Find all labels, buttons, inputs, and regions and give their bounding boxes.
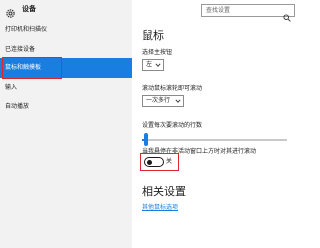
dropdown-value: 左 — [146, 61, 153, 68]
primary-button-dropdown[interactable]: 左 — [142, 59, 164, 71]
sidebar-item-printers[interactable]: 打印机和扫描仪 — [0, 20, 132, 40]
toggle-state: 关 — [166, 158, 173, 165]
scroll-lines-slider[interactable] — [142, 139, 287, 141]
gear-icon — [5, 4, 16, 18]
search-input[interactable]: 查找设置 — [201, 4, 295, 22]
sidebar-item-label: 已连接设备 — [5, 46, 36, 53]
app-title: 设备 — [22, 5, 36, 13]
inactive-scroll-label: 当我悬停在非活动窗口上方时对其进行滚动 — [142, 148, 257, 155]
sidebar-item-mouse-touchpad[interactable]: 鼠标和触摸板 — [0, 58, 132, 78]
scroll-lines-label: 设置每次要滚动的行数 — [142, 122, 203, 129]
chevron-down-icon — [175, 96, 181, 106]
sidebar-item-label: 鼠标和触摸板 — [5, 64, 42, 71]
section-title-related: 相关设置 — [142, 185, 186, 198]
inactive-scroll-toggle[interactable] — [144, 157, 164, 167]
section-title-mouse: 鼠标 — [142, 29, 164, 42]
slider-thumb[interactable] — [144, 133, 148, 146]
sidebar-item-label: 输入 — [5, 84, 18, 91]
dropdown-value: 一次多行 — [146, 97, 171, 104]
toggle-knob — [147, 159, 152, 165]
search-icon[interactable] — [283, 7, 291, 22]
sidebar-item-label: 自动播放 — [5, 103, 30, 110]
sidebar-item-label: 打印机和扫描仪 — [5, 26, 48, 33]
additional-mouse-options-link[interactable]: 其他鼠标选项 — [142, 203, 178, 212]
sidebar-item-connected-devices[interactable]: 已连接设备 — [0, 40, 132, 60]
chevron-down-icon — [155, 60, 161, 70]
scroll-mode-dropdown[interactable]: 一次多行 — [142, 95, 184, 107]
scroll-mode-label: 滚动鼠标滚轮即可滚动 — [142, 85, 203, 92]
sidebar-item-autoplay[interactable]: 自动播放 — [0, 97, 132, 117]
search-placeholder: 查找设置 — [206, 7, 231, 14]
sidebar-item-typing[interactable]: 输入 — [0, 78, 132, 98]
primary-button-label: 选择主按钮 — [142, 49, 173, 56]
